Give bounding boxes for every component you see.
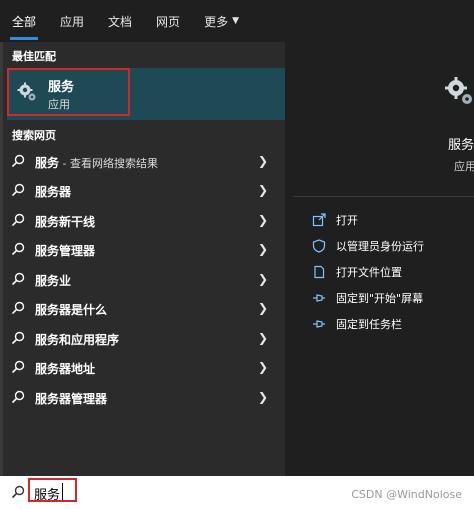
action-run-as-admin[interactable]: 以管理员身份运行 xyxy=(312,236,424,256)
action-open-file-location[interactable]: 打开文件位置 xyxy=(312,262,402,282)
web-result-row[interactable]: 服务器是什么 ❯ xyxy=(0,294,285,323)
detail-name: 服务 xyxy=(448,138,474,153)
search-tabs: 全部 应用 文档 网页 更多 ▼ xyxy=(0,0,474,42)
annotation-frame xyxy=(28,478,77,502)
search-icon xyxy=(11,183,25,197)
search-icon xyxy=(11,154,25,168)
web-result-row[interactable]: 服务新干线 ❯ xyxy=(0,206,285,235)
pin-icon xyxy=(313,294,325,302)
gear-icon xyxy=(445,77,472,104)
action-pin-to-start-label: 固定到"开始"屏幕 xyxy=(336,292,424,305)
search-icon xyxy=(11,213,25,227)
search-icon xyxy=(11,360,25,374)
chevron-right-icon: ❯ xyxy=(258,242,269,256)
web-result-label: 服务器管理器 xyxy=(35,392,108,406)
web-result-row[interactable]: 服务管理器 ❯ xyxy=(0,235,285,264)
tab-more[interactable]: 更多 ▼ xyxy=(192,0,251,42)
detail-header xyxy=(285,42,474,198)
search-icon xyxy=(11,485,25,499)
web-result-label: 服务 - 查看网络搜索结果 xyxy=(35,156,158,170)
tab-documents[interactable]: 文档 xyxy=(96,0,144,42)
action-pin-to-taskbar-label: 固定到任务栏 xyxy=(336,318,402,331)
chevron-right-icon: ❯ xyxy=(258,331,269,345)
web-result-label: 服务业 xyxy=(35,274,72,288)
action-open-file-location-label: 打开文件位置 xyxy=(336,266,402,279)
web-search-heading: 搜索网页 xyxy=(12,129,56,142)
search-icon xyxy=(11,390,25,404)
open-icon xyxy=(312,213,326,227)
web-result-label: 服务器 xyxy=(35,185,72,199)
action-run-as-admin-label: 以管理员身份运行 xyxy=(336,240,424,253)
watermark: CSDN @WindNolose xyxy=(351,488,462,501)
web-result-row[interactable]: 服务器 ❯ xyxy=(0,176,285,205)
web-result-label: 服务和应用程序 xyxy=(35,333,120,347)
best-match-heading: 最佳匹配 xyxy=(12,50,56,63)
chevron-right-icon: ❯ xyxy=(258,183,269,197)
chevron-right-icon: ❯ xyxy=(258,301,269,315)
tab-web[interactable]: 网页 xyxy=(144,0,192,42)
action-pin-to-start[interactable]: 固定到"开始"屏幕 xyxy=(312,288,423,308)
web-result-row[interactable]: 服务器管理器 ❯ xyxy=(0,383,285,412)
shield-icon xyxy=(312,239,326,253)
web-result-row[interactable]: 服务 - 查看网络搜索结果 ❯ xyxy=(0,147,285,176)
search-icon xyxy=(11,301,25,315)
chevron-down-icon: ▼ xyxy=(232,16,239,26)
tab-apps[interactable]: 应用 xyxy=(48,0,96,42)
chevron-right-icon: ❯ xyxy=(258,213,269,227)
chevron-right-icon: ❯ xyxy=(258,360,269,374)
chevron-right-icon: ❯ xyxy=(258,154,269,168)
file-location-icon xyxy=(314,265,325,279)
web-result-row[interactable]: 服务器地址 ❯ xyxy=(0,353,285,382)
web-result-label: 服务器是什么 xyxy=(35,303,108,317)
action-open-label: 打开 xyxy=(336,214,358,227)
detail-kind: 应用 xyxy=(454,160,474,173)
chevron-right-icon: ❯ xyxy=(258,272,269,286)
chevron-right-icon: ❯ xyxy=(258,390,269,404)
tab-more-label: 更多 xyxy=(204,14,229,29)
web-result-row[interactable]: 服务业 ❯ xyxy=(0,265,285,294)
annotation-frame xyxy=(7,68,130,116)
divider xyxy=(293,196,474,197)
web-result-label: 服务管理器 xyxy=(35,244,96,258)
search-icon xyxy=(11,242,25,256)
web-result-row[interactable]: 服务和应用程序 ❯ xyxy=(0,324,285,353)
web-result-label: 服务新干线 xyxy=(35,215,96,229)
web-result-label: 服务器地址 xyxy=(35,362,96,376)
pin-icon xyxy=(313,320,325,328)
search-icon xyxy=(11,331,25,345)
action-pin-to-taskbar[interactable]: 固定到任务栏 xyxy=(312,314,402,334)
action-open[interactable]: 打开 xyxy=(312,210,358,230)
search-icon xyxy=(11,272,25,286)
tab-all[interactable]: 全部 xyxy=(0,0,48,42)
